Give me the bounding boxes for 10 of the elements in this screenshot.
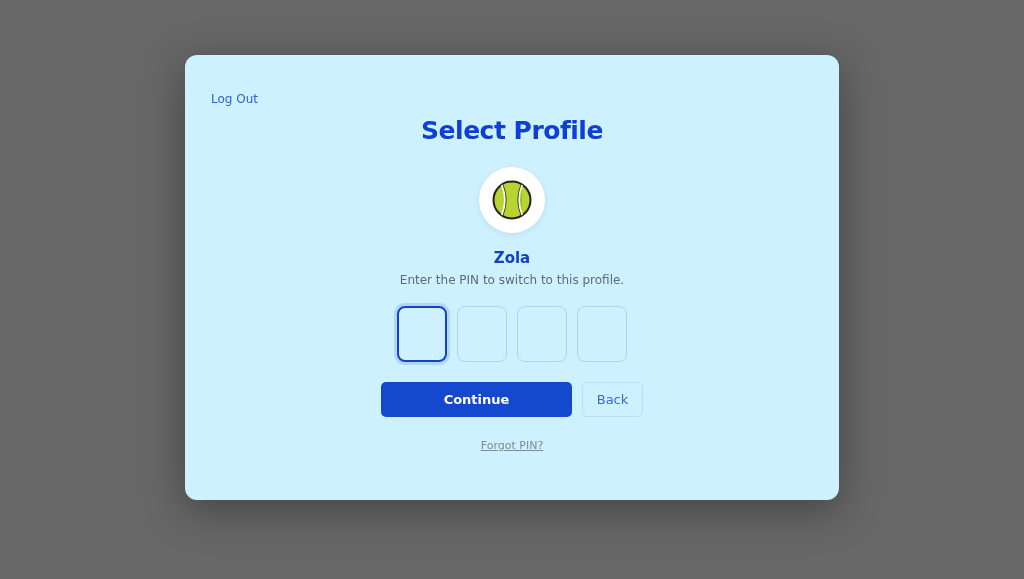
dialog-title: Select Profile: [421, 115, 603, 147]
tennis-ball-icon: [492, 180, 532, 220]
pin-digit-field[interactable]: [397, 306, 447, 362]
profile-name: Zola: [493, 249, 531, 267]
continue-button[interactable]: Continue: [381, 382, 572, 417]
back-button[interactable]: Back: [582, 382, 643, 417]
pin-instruction: Enter the PIN to switch to this profile.: [399, 273, 625, 287]
profile-avatar[interactable]: [479, 167, 545, 233]
forgot-pin-link[interactable]: Forgot PIN?: [480, 439, 544, 452]
log-out-link[interactable]: Log Out: [211, 92, 258, 106]
